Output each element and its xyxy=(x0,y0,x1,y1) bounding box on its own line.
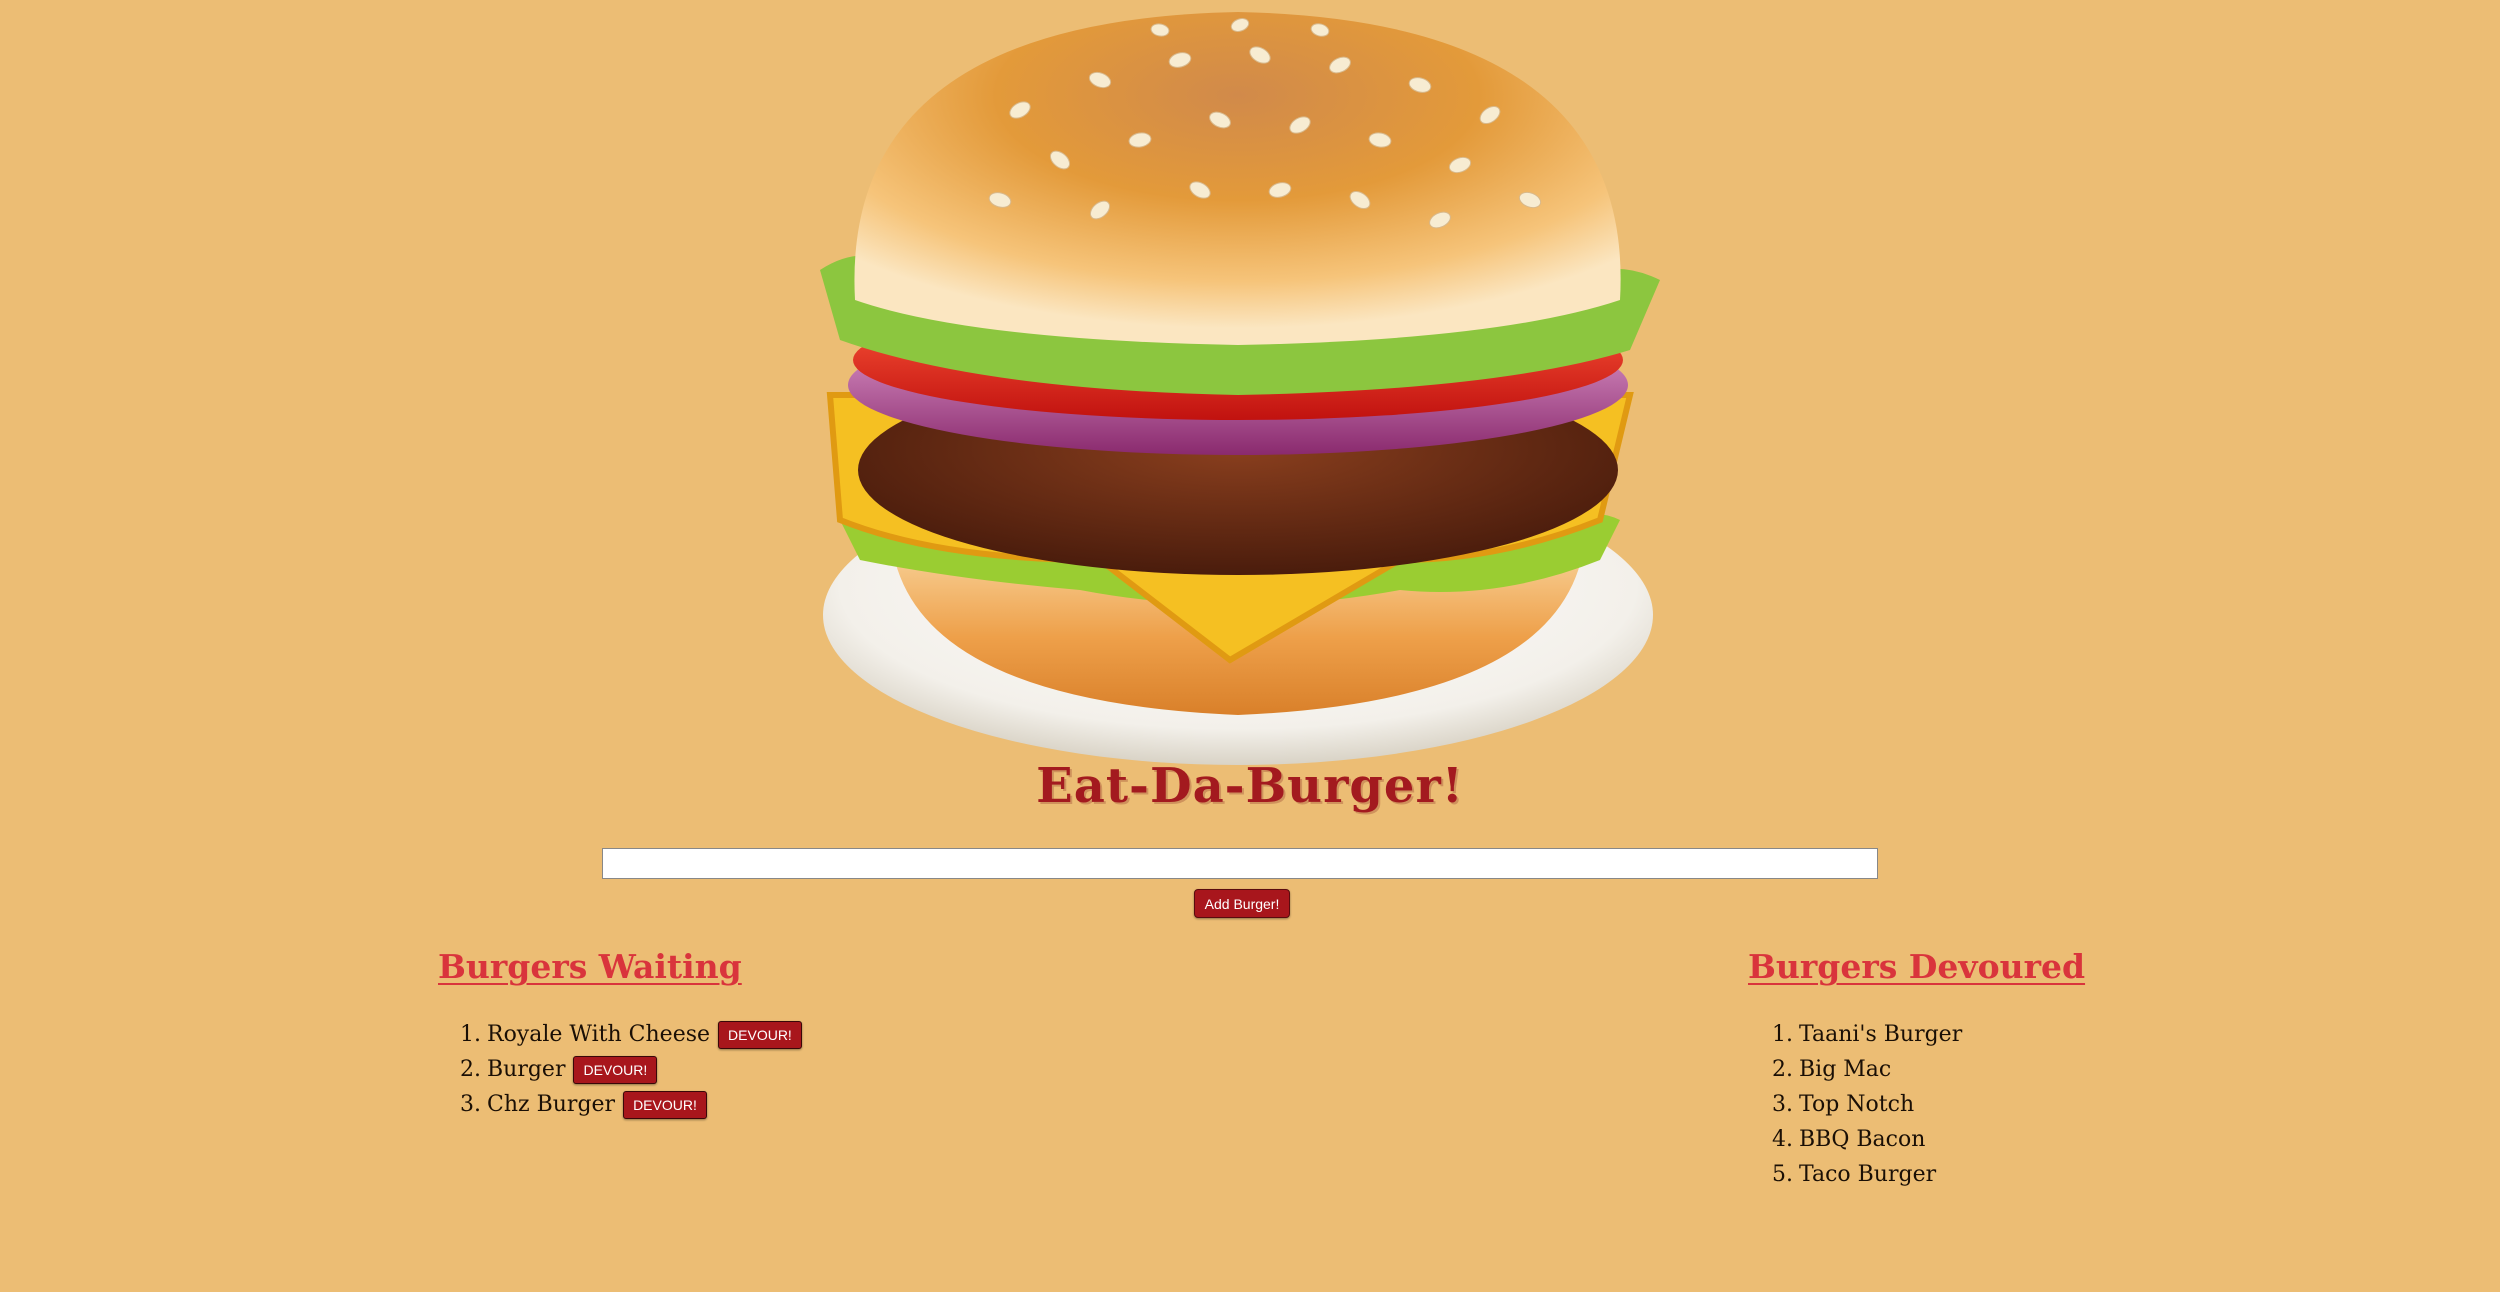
burger-name: Top Notch xyxy=(1799,1092,1915,1117)
burgers-waiting-heading: Burgers Waiting xyxy=(438,947,742,986)
burgers-devoured-heading: Burgers Devoured xyxy=(1748,947,2086,986)
list-item: 3. Top Notch xyxy=(1772,1087,1962,1122)
burger-name: Taco Burger xyxy=(1799,1162,1937,1187)
list-item-number: 2. xyxy=(1772,1057,1793,1082)
page-title: Eat-Da-Burger! xyxy=(1036,758,1464,814)
burger-image xyxy=(820,12,1660,765)
burger-name: Big Mac xyxy=(1799,1057,1892,1082)
list-item: 3. Chz Burger DEVOUR! xyxy=(460,1087,802,1122)
list-item: 2. Burger DEVOUR! xyxy=(460,1052,802,1087)
list-item-number: 1. xyxy=(1772,1022,1793,1047)
burger-name-input[interactable] xyxy=(602,848,1878,879)
devour-button[interactable]: DEVOUR! xyxy=(573,1055,658,1084)
list-item: 2. Big Mac xyxy=(1772,1052,1962,1087)
list-item-number: 2. xyxy=(460,1057,481,1082)
list-item: 5. Taco Burger xyxy=(1772,1157,1962,1192)
burger-name: Taani's Burger xyxy=(1799,1022,1963,1047)
list-item-number: 4. xyxy=(1772,1127,1793,1152)
waiting-list: 1. Royale With Cheese DEVOUR! 2. Burger … xyxy=(460,1017,802,1122)
burger-name: Burger xyxy=(487,1057,566,1082)
list-item-number: 3. xyxy=(460,1092,481,1117)
burger-name: BBQ Bacon xyxy=(1799,1127,1926,1152)
list-item: 1. Royale With Cheese DEVOUR! xyxy=(460,1017,802,1052)
devour-button[interactable]: DEVOUR! xyxy=(623,1090,707,1119)
list-item: 1. Taani's Burger xyxy=(1772,1017,1962,1052)
devour-button[interactable]: DEVOUR! xyxy=(718,1020,802,1049)
list-item-number: 5. xyxy=(1772,1162,1793,1187)
list-item-number: 3. xyxy=(1772,1092,1793,1117)
burger-name: Royale With Cheese xyxy=(487,1022,711,1047)
devoured-list: 1. Taani's Burger 2. Big Mac 3. Top Notc… xyxy=(1772,1017,1962,1192)
burger-name: Chz Burger xyxy=(487,1092,616,1117)
add-burger-button[interactable]: Add Burger! xyxy=(1194,889,1290,918)
list-item-number: 1. xyxy=(460,1022,481,1047)
list-item: 4. BBQ Bacon xyxy=(1772,1122,1962,1157)
